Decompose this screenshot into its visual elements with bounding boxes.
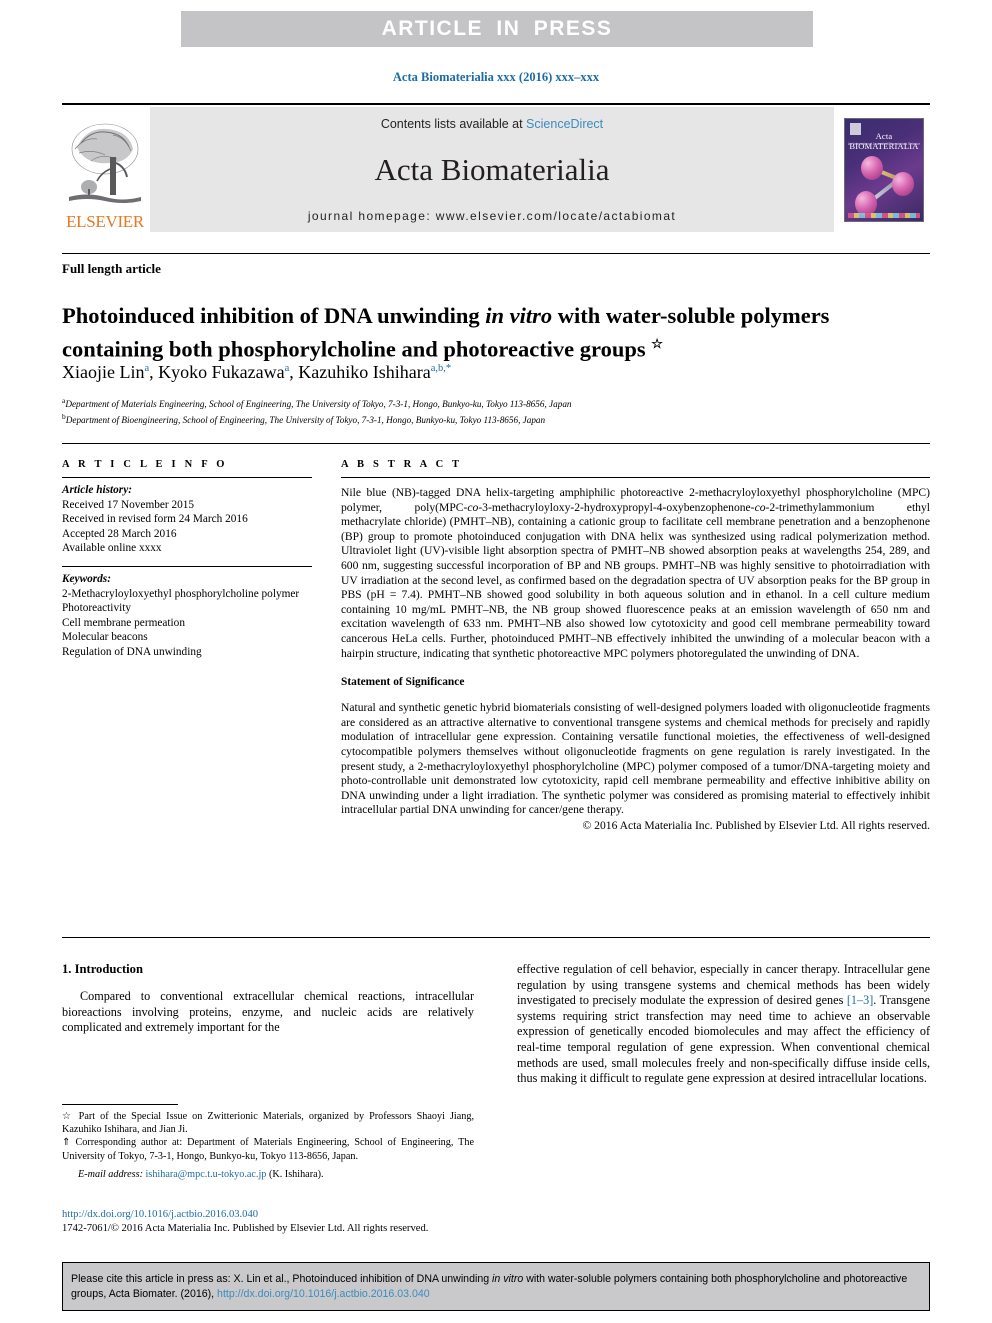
footnote-block: ☆ Part of the Special Issue on Zwitterio… (62, 1110, 474, 1181)
cover-title-text: Acta BIOMATERIALIA (849, 130, 919, 151)
page-title: Photoinduced inhibition of DNA unwinding… (62, 302, 912, 364)
citation-footer-box: Please cite this article in press as: X.… (62, 1262, 930, 1311)
contents-prefix-text: Contents lists available at (380, 117, 527, 131)
abstract-segment-3: -2-trimethylammonium ethyl methacrylate … (341, 500, 930, 660)
abstract-heading: A B S T R A C T (341, 459, 463, 470)
article-info-column: A R T I C L E I N F O Article history: R… (62, 459, 312, 660)
citation-italic-in-vitro: in vitro (492, 1273, 524, 1285)
footnote-email-line: E-mail address: ishihara@mpc.t.u-tokyo.a… (62, 1168, 474, 1181)
citation-footer-text: Please cite this article in press as: X.… (63, 1272, 929, 1301)
article-info-heading: A R T I C L E I N F O (62, 459, 228, 470)
abstract-italic-co: co (467, 500, 479, 514)
body-column-left: 1. Introduction Compared to conventional… (62, 962, 474, 1036)
journal-cover-thumbnail: Acta BIOMATERIALIA An International Jour… (844, 117, 924, 222)
footnote-corresponding-mark: ⇑ (62, 1137, 71, 1149)
affiliation-text: Department of Materials Engineering, Sch… (65, 399, 572, 410)
introduction-paragraph-right: effective regulation of cell behavior, e… (517, 962, 930, 1087)
title-segment-1: Photoinduced inhibition of DNA unwinding (62, 303, 486, 329)
journal-masthead: ELSEVIER Contents lists available at Sci… (62, 103, 930, 234)
keyword-item: Molecular beacons (62, 631, 148, 644)
masthead-center-band: Contents lists available at ScienceDirec… (150, 107, 834, 232)
journal-title: Acta Biomaterialia (374, 152, 610, 187)
cover-subtitle-text: An International Journal of Biomaterials… (847, 141, 921, 146)
article-in-press-banner: ARTICLE IN PRESS (181, 11, 813, 47)
doi-link[interactable]: http://dx.doi.org/10.1016/j.actbio.2016.… (62, 1208, 474, 1222)
footnote-special-issue-text: Part of the Special Issue on Zwitterioni… (62, 1111, 474, 1136)
cover-sphere-icon (861, 155, 883, 180)
abstract-copyright-line: © 2016 Acta Materialia Inc. Published by… (582, 818, 930, 832)
article-history-block: Article history: Received 17 November 20… (62, 478, 312, 556)
footnote-divider (62, 1104, 178, 1105)
title-footnote-star: ☆ (651, 336, 663, 352)
title-italic-in-vitro: in vitro (485, 303, 553, 329)
introduction-heading: 1. Introduction (62, 962, 143, 976)
abstract-bottom-divider (62, 937, 930, 938)
affiliation-list: aDepartment of Materials Engineering, Sc… (62, 395, 922, 426)
issn-copyright-line: 1742-7061/© 2016 Acta Materialia Inc. Pu… (62, 1222, 429, 1234)
history-item: Received 17 November 2015 (62, 498, 195, 511)
article-history-label: Article history: (62, 484, 132, 496)
affiliation-item: aDepartment of Materials Engineering, Sc… (62, 395, 922, 411)
abstract-italic-co: co (754, 500, 766, 514)
email-address-label: E-mail address: (78, 1168, 143, 1180)
email-owner-text: (K. Ishihara). (266, 1168, 324, 1180)
body-column-right: effective regulation of cell behavior, e… (517, 962, 930, 1087)
abstract-top-divider (62, 443, 930, 444)
elsevier-wordmark: ELSEVIER (66, 212, 144, 231)
cover-footer-stripe (848, 212, 920, 218)
footnote-corresponding-text: Corresponding author at: Department of M… (62, 1137, 474, 1162)
email-address-link[interactable]: ishihara@mpc.t.u-tokyo.ac.jp (146, 1169, 267, 1180)
elsevier-logo: ELSEVIER (62, 105, 148, 234)
statement-of-significance-heading: Statement of Significance (341, 676, 465, 689)
affiliation-item: bDepartment of Bioengineering, School of… (62, 411, 922, 427)
affiliation-text: Department of Bioengineering, School of … (65, 414, 546, 425)
author-affiliation-mark: a (284, 363, 290, 374)
journal-cover-cell: Acta BIOMATERIALIA An International Jour… (838, 105, 930, 234)
author-affiliation-mark: a (144, 363, 150, 374)
sciencedirect-link[interactable]: ScienceDirect (526, 117, 603, 131)
journal-reference-line: Acta Biomaterialia xxx (2016) xxx–xxx (392, 70, 600, 84)
author-affiliation-mark: a,b,* (430, 363, 452, 374)
introduction-paragraph-left: Compared to conventional extracellular c… (62, 989, 474, 1035)
abstract-segment-2: -3-methacryloyloxy-2-hydroxypropyl-4-oxy… (478, 500, 755, 514)
author-list: Xiaojie Lina, Kyoko Fukazawaa, Kazuhiko … (62, 362, 452, 382)
abstract-text: Nile blue (NB)-tagged DNA helix-targetin… (341, 478, 930, 661)
history-item: Accepted 28 March 2016 (62, 527, 177, 540)
contents-lists-line: Contents lists available at ScienceDirec… (381, 117, 603, 131)
elsevier-tree-icon (69, 123, 141, 203)
abstract-column: A B S T R A C T Nile blue (NB)-tagged DN… (341, 459, 930, 832)
doi-block: http://dx.doi.org/10.1016/j.actbio.2016.… (62, 1208, 474, 1235)
footnote-special-issue: ☆ Part of the Special Issue on Zwitterio… (62, 1110, 474, 1136)
article-type-label: Full length article (62, 261, 161, 276)
history-item: Received in revised form 24 March 2016 (62, 513, 248, 526)
footnote-star-mark: ☆ (62, 1111, 74, 1122)
statement-of-significance-text: Natural and synthetic genetic hybrid bio… (341, 701, 930, 817)
author-name: Kyoko Fukazawa (158, 362, 285, 382)
history-item: Available online xxxx (62, 542, 162, 555)
keywords-label: Keywords: (62, 572, 111, 585)
keywords-block: Keywords: 2-Methacryloyloxyethyl phospho… (62, 567, 312, 660)
keyword-item: Photoreactivity (62, 602, 132, 615)
journal-homepage-line[interactable]: journal homepage: www.elsevier.com/locat… (308, 209, 676, 223)
author-name: Kazuhiko Ishihara (298, 362, 431, 382)
article-in-press-label: ARTICLE IN PRESS (381, 17, 613, 40)
article-type-divider (62, 253, 930, 254)
citation-reference-link[interactable]: [1–3] (847, 993, 873, 1007)
keyword-item: 2-Methacryloyloxyethyl phosphorylcholine… (62, 587, 300, 600)
keyword-item: Cell membrane permeation (62, 616, 185, 629)
citation-doi-link[interactable]: http://dx.doi.org/10.1016/j.actbio.2016.… (217, 1288, 430, 1300)
author-name: Xiaojie Lin (62, 362, 145, 382)
cover-sphere-icon (892, 171, 914, 196)
footnote-corresponding-author: ⇑ Corresponding author at: Department of… (62, 1136, 474, 1162)
citation-prefix: Please cite this article in press as: X.… (71, 1273, 493, 1285)
keyword-item: Regulation of DNA unwinding (62, 645, 202, 658)
